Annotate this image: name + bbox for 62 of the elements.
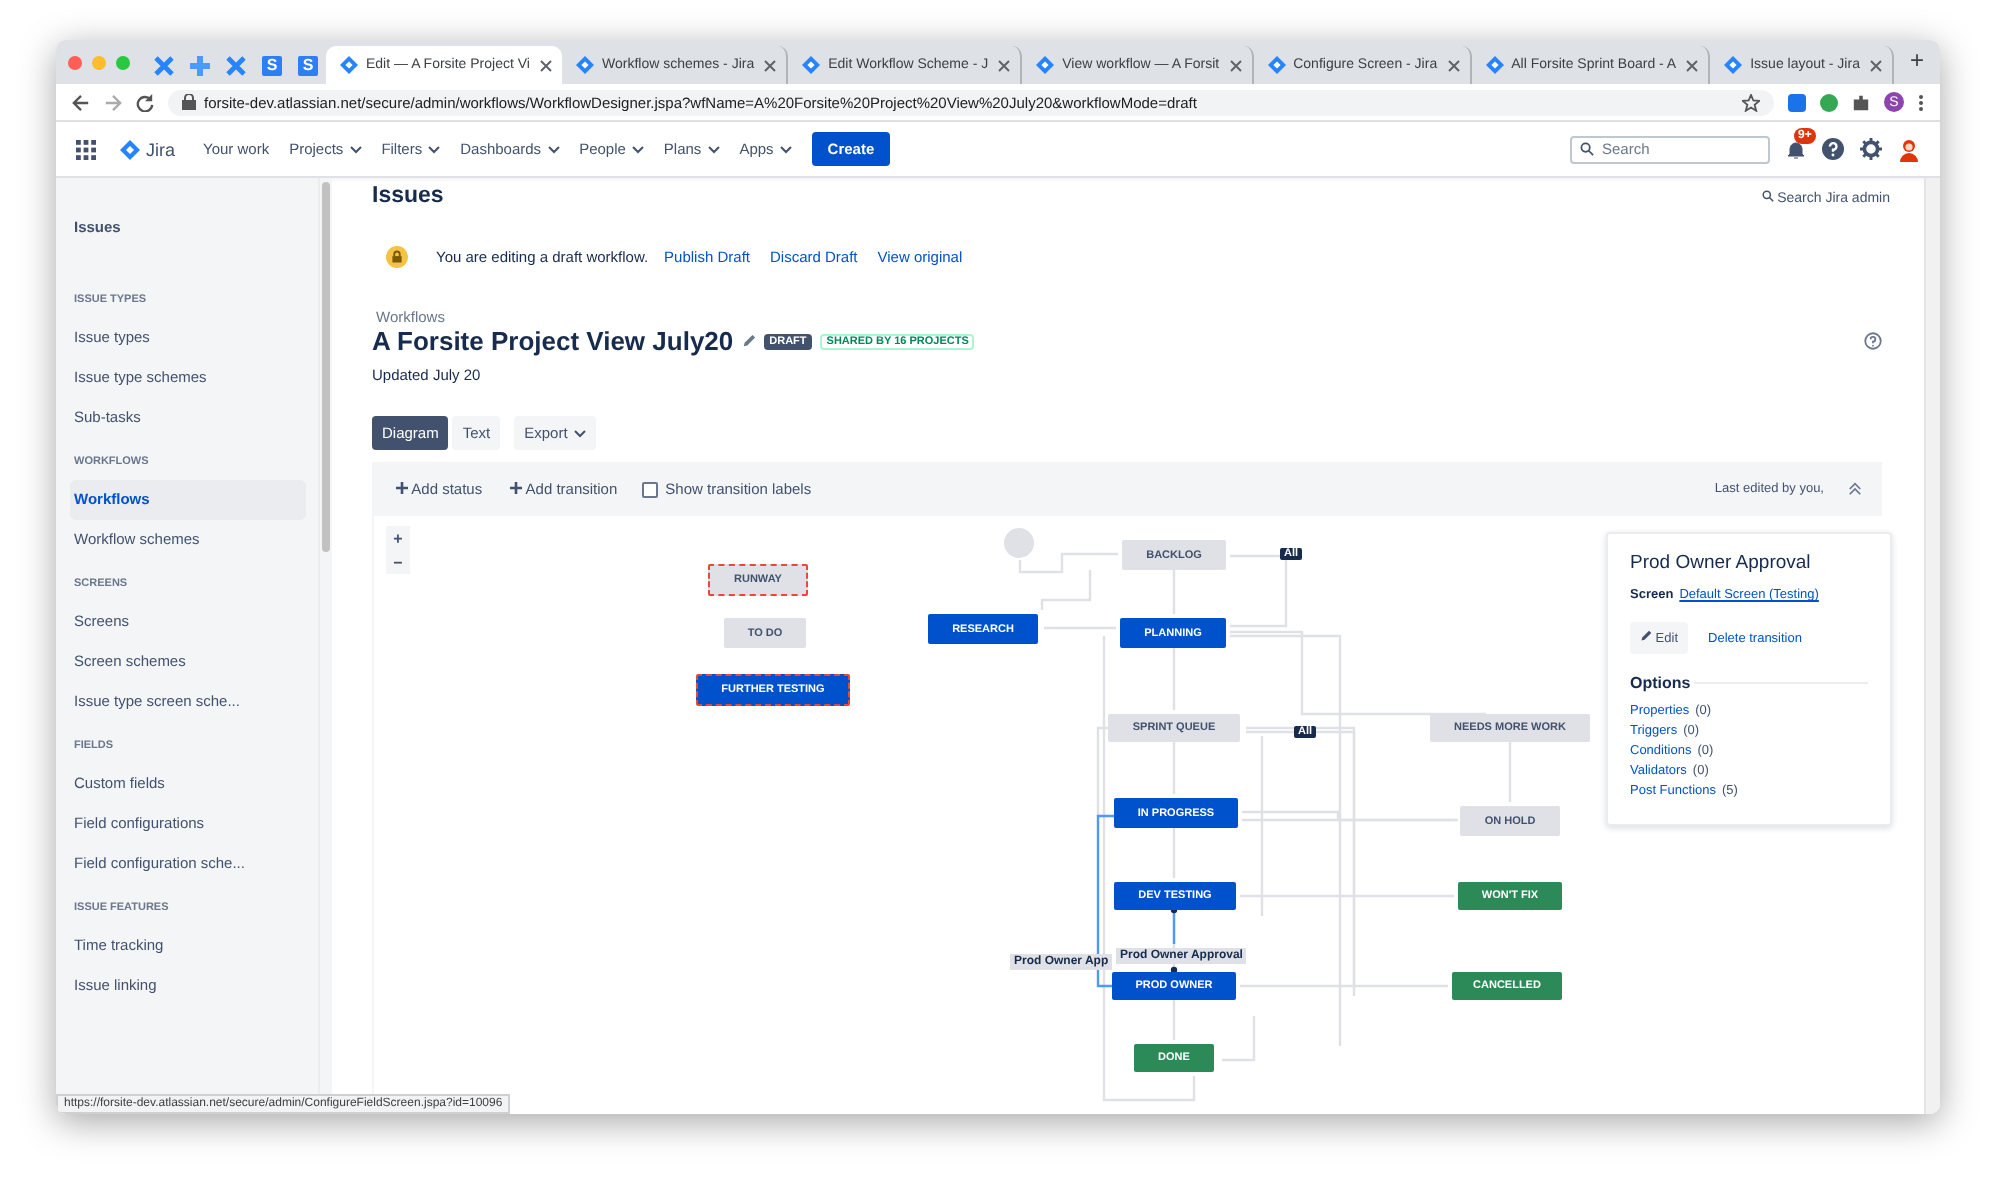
caret-icon <box>631 145 644 153</box>
lock-warning-icon <box>386 246 408 268</box>
jira-logo-icon <box>1267 56 1286 74</box>
checkbox[interactable] <box>641 481 658 497</box>
panel-title: Prod Owner Approval <box>1630 552 1813 574</box>
caret-icon <box>349 145 362 153</box>
help-icon[interactable] <box>1864 332 1882 350</box>
start-node[interactable] <box>1004 528 1034 558</box>
jira-logo-icon <box>1724 56 1743 74</box>
close-tab-icon[interactable] <box>764 59 777 71</box>
search-icon <box>1580 142 1594 156</box>
jira-logo-icon <box>1036 56 1055 74</box>
connector-line <box>1044 626 1116 630</box>
close-tab-icon[interactable] <box>539 59 552 71</box>
letter-logo-icon: S <box>298 55 318 75</box>
more-icon[interactable] <box>1918 93 1924 111</box>
highlighted-connector-line[interactable] <box>1172 912 1176 944</box>
close-tab-icon[interactable] <box>998 59 1011 71</box>
caret-icon <box>547 145 560 153</box>
collapse-icon[interactable] <box>1848 482 1862 496</box>
plus-icon <box>510 482 523 494</box>
lock-icon <box>182 94 196 110</box>
jira-logo-icon[interactable] <box>120 139 140 159</box>
settings-icon[interactable] <box>1860 138 1882 160</box>
back-icon[interactable] <box>72 93 90 111</box>
connector-line <box>1172 570 1176 614</box>
plus-icon <box>396 482 408 494</box>
jira-logo-icon <box>1485 56 1504 74</box>
close-tab-icon[interactable] <box>1686 59 1699 71</box>
pinned-tab[interactable]: S <box>254 46 290 84</box>
connector-line <box>1508 742 1512 802</box>
star-icon[interactable] <box>1742 93 1760 111</box>
jira-logo-icon <box>575 56 594 74</box>
app-grid-icon[interactable] <box>76 139 96 159</box>
search-icon <box>1761 190 1774 202</box>
jira-logo-icon <box>340 56 358 74</box>
cross-logo-icon <box>226 55 246 75</box>
letter-logo-icon: S <box>262 55 282 75</box>
reload-icon[interactable] <box>136 93 154 111</box>
puzzle-icon[interactable] <box>1852 93 1870 111</box>
page-header: Issues <box>372 184 444 208</box>
options-heading: Options <box>1630 674 1691 692</box>
jira-logo-icon <box>802 56 821 74</box>
workflow-title: A Forsite Project View July20 <box>372 326 734 356</box>
pinned-tab[interactable]: S <box>290 46 326 84</box>
caret-icon <box>573 429 586 437</box>
cross-logo-icon <box>154 55 174 75</box>
caret-icon <box>779 145 792 153</box>
pencil-icon[interactable] <box>741 334 756 348</box>
pencil-icon <box>1640 630 1652 642</box>
close-tab-icon[interactable] <box>1869 59 1882 71</box>
plus-logo-icon <box>190 55 210 75</box>
help-icon[interactable] <box>1822 138 1844 160</box>
close-tab-icon[interactable] <box>1229 59 1242 71</box>
caret-icon <box>707 145 720 153</box>
user-avatar-icon[interactable] <box>1898 137 1920 161</box>
page-scrollbar[interactable] <box>1924 178 1940 1114</box>
notification-bell-icon[interactable] <box>1786 139 1806 159</box>
new-tab-button[interactable]: + <box>1893 46 1940 78</box>
caret-icon <box>428 145 441 153</box>
close-tab-icon[interactable] <box>1447 59 1460 71</box>
product-name[interactable]: Jira <box>146 139 176 159</box>
